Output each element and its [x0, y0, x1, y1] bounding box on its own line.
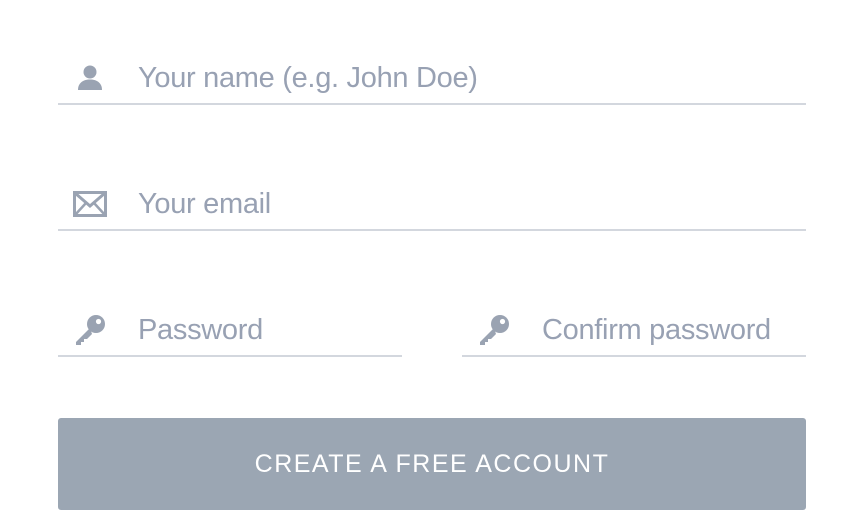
envelope-icon [72, 186, 108, 222]
user-icon [72, 60, 108, 96]
name-input[interactable] [138, 53, 806, 103]
signup-form: CREATE A FREE ACCOUNT [58, 0, 806, 530]
key-icon [72, 312, 108, 348]
confirm-password-field[interactable] [462, 305, 806, 357]
create-account-button[interactable]: CREATE A FREE ACCOUNT [58, 418, 806, 510]
key-icon [476, 312, 512, 348]
confirm-password-input[interactable] [542, 305, 806, 355]
password-input[interactable] [138, 305, 402, 355]
password-field[interactable] [58, 305, 402, 357]
email-input[interactable] [138, 179, 806, 229]
email-field[interactable] [58, 179, 806, 231]
name-field[interactable] [58, 53, 806, 105]
